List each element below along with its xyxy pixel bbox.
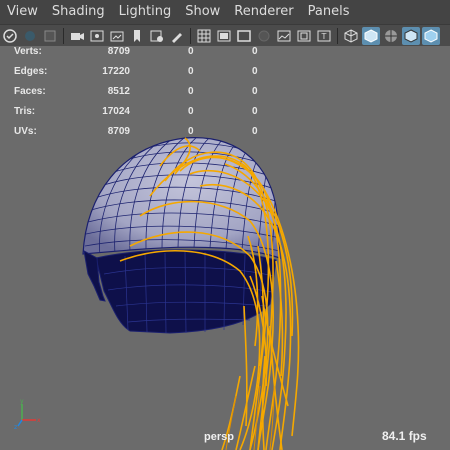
hud-value: 0 bbox=[188, 46, 194, 57]
hud-value: 17220 bbox=[102, 66, 130, 77]
hud-value: 0 bbox=[252, 46, 258, 57]
view-transform-icon[interactable] bbox=[128, 27, 146, 45]
hud-value: 0 bbox=[252, 66, 258, 77]
panel-toolbar: T bbox=[0, 24, 450, 47]
hud-row-tris: Tris: 17024 0 0 bbox=[0, 106, 270, 120]
svg-text:z: z bbox=[14, 424, 17, 430]
hud-value: 8709 bbox=[107, 126, 130, 137]
menu-shading[interactable]: Shading bbox=[45, 0, 112, 24]
toolbar-divider bbox=[337, 27, 338, 44]
hud-value: 0 bbox=[252, 106, 258, 117]
field-chart-icon[interactable] bbox=[275, 27, 293, 45]
viewport-persp[interactable]: Verts: 8709 0 0 Edges: 17220 0 0 Faces: … bbox=[0, 46, 450, 450]
xray-joints-icon[interactable] bbox=[422, 26, 440, 45]
xray-icon[interactable] bbox=[402, 26, 420, 45]
film-gate-icon[interactable] bbox=[215, 27, 233, 45]
hud-value: 17024 bbox=[102, 106, 130, 117]
hud-label: UVs: bbox=[14, 126, 37, 137]
fps-readout: 84.1 fps bbox=[382, 429, 427, 443]
hud-label: Verts: bbox=[14, 46, 42, 57]
svg-text:y: y bbox=[20, 398, 24, 405]
wireframe-icon[interactable] bbox=[342, 27, 360, 45]
hud-value: 0 bbox=[252, 86, 258, 97]
menu-lighting[interactable]: Lighting bbox=[112, 0, 179, 24]
grease-pencil-icon[interactable] bbox=[41, 27, 59, 45]
safe-title-icon[interactable]: T bbox=[315, 27, 333, 45]
panel-menu-bar: View Shading Lighting Show Renderer Pane… bbox=[0, 0, 450, 24]
hud-row-faces: Faces: 8512 0 0 bbox=[0, 86, 270, 100]
gate-mask-icon[interactable] bbox=[255, 27, 273, 45]
hud-value: 8709 bbox=[107, 46, 130, 57]
menu-renderer[interactable]: Renderer bbox=[227, 0, 300, 24]
2d-pan-zoom-icon[interactable] bbox=[148, 27, 166, 45]
hud-label: Faces: bbox=[14, 86, 46, 97]
bookmark-icon[interactable] bbox=[88, 27, 106, 45]
image-plane-icon[interactable] bbox=[108, 27, 126, 45]
resolution-gate-icon[interactable] bbox=[235, 27, 253, 45]
svg-text:x: x bbox=[37, 417, 41, 424]
toolbar-divider bbox=[190, 27, 191, 44]
grease-pencil-toggle-icon[interactable] bbox=[168, 27, 186, 45]
hud-row-edges: Edges: 17220 0 0 bbox=[0, 66, 270, 80]
view-axis-icon: y x z bbox=[14, 398, 41, 430]
toolbar-divider bbox=[63, 27, 64, 44]
hud-label: Edges: bbox=[14, 66, 48, 77]
camera-name-label: persp bbox=[204, 431, 234, 443]
hud-value: 0 bbox=[188, 126, 194, 137]
camera-attributes-icon[interactable] bbox=[68, 27, 86, 45]
hud-row-uvs: UVs: 8709 0 0 bbox=[0, 126, 270, 140]
menu-show[interactable]: Show bbox=[178, 0, 227, 24]
hud-value: 0 bbox=[188, 106, 194, 117]
menu-view[interactable]: View bbox=[0, 0, 45, 24]
lock-camera-icon[interactable] bbox=[21, 27, 39, 45]
hud-value: 0 bbox=[188, 66, 194, 77]
hud-row-verts: Verts: 8709 0 0 bbox=[0, 46, 270, 60]
safe-action-icon[interactable] bbox=[295, 27, 313, 45]
hud-value: 8512 bbox=[107, 86, 130, 97]
hud-value: 0 bbox=[188, 86, 194, 97]
grid-icon[interactable] bbox=[195, 27, 213, 45]
svg-text:T: T bbox=[321, 32, 327, 41]
menu-panels[interactable]: Panels bbox=[301, 0, 357, 24]
select-camera-icon[interactable] bbox=[1, 27, 19, 45]
wireframe-on-shaded-icon[interactable] bbox=[382, 27, 400, 45]
smooth-shade-icon[interactable] bbox=[362, 26, 380, 45]
hud-value: 0 bbox=[252, 126, 258, 137]
hud-label: Tris: bbox=[14, 106, 36, 117]
